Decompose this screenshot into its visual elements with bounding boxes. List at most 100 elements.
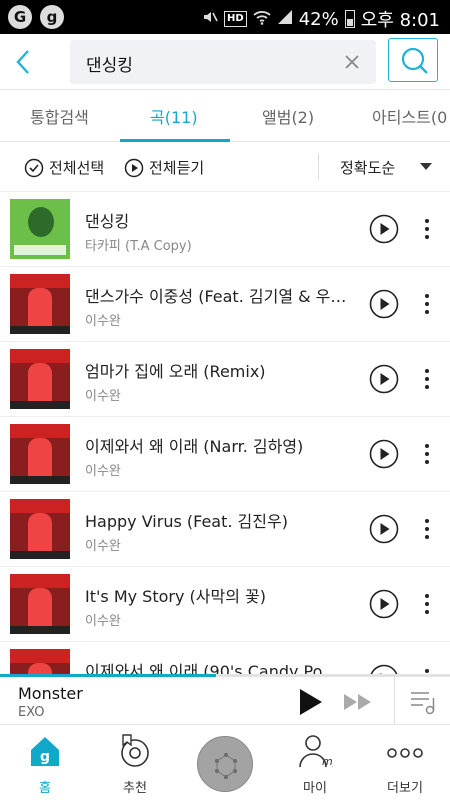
nav-my[interactable]: my 마이 xyxy=(270,725,360,800)
check-circle-icon xyxy=(24,158,44,177)
nav-more[interactable]: 더보기 xyxy=(360,725,450,800)
song-more-button[interactable] xyxy=(421,366,433,392)
song-row[interactable]: 이제와서 왜 이래 (Narr. 김하영) 이수완 xyxy=(0,417,450,492)
play-circle-icon xyxy=(124,158,144,177)
cover-figure xyxy=(28,438,52,478)
hexagon-dots-icon xyxy=(215,753,237,779)
song-more-button[interactable] xyxy=(421,516,433,542)
more-dots-icon xyxy=(387,748,423,758)
album-cover[interactable] xyxy=(10,499,70,559)
nav-recommend[interactable]: 추천 xyxy=(90,725,180,800)
song-artist[interactable]: 타카피 (T.A Copy) xyxy=(85,235,192,254)
song-row[interactable]: 엄마가 집에 오래 (Remix) 이수완 xyxy=(0,342,450,417)
song-artist[interactable]: 이수완 xyxy=(85,535,121,554)
playback-progress-bar[interactable] xyxy=(0,674,450,677)
signal-icon xyxy=(277,9,293,29)
song-row[interactable]: Happy Virus (Feat. 김진우) 이수완 xyxy=(0,492,450,567)
result-tabs: 통합검색 곡(11) 앨범(2) 아티스트(0 xyxy=(0,90,450,142)
search-input[interactable]: 댄싱킹 xyxy=(70,40,376,84)
cover-figure xyxy=(28,363,52,403)
nav-home[interactable]: g 홈 xyxy=(0,725,90,800)
song-row[interactable]: It's My Story (사막의 꽃) 이수완 xyxy=(0,567,450,642)
vertical-dots-icon xyxy=(425,369,429,389)
now-playing-disc-button[interactable] xyxy=(197,736,253,792)
song-row[interactable]: 이제와서 왜 이래 (90's Candy Po…이수완 xyxy=(0,642,450,674)
cover-band xyxy=(10,424,70,438)
mini-play-button[interactable] xyxy=(298,688,324,716)
tab-all[interactable]: 통합검색 xyxy=(30,104,89,128)
next-button[interactable] xyxy=(343,693,373,711)
song-title[interactable]: It's My Story (사막의 꽃) xyxy=(85,583,355,607)
tab-artists[interactable]: 아티스트(0 xyxy=(372,104,447,128)
search-icon xyxy=(401,47,428,74)
song-artist[interactable]: 이수완 xyxy=(85,460,121,479)
bottom-nav: g 홈 추천 my 마이 더보기 xyxy=(0,724,450,800)
cover-band xyxy=(10,574,70,588)
now-playing-title[interactable]: Monster xyxy=(18,684,83,703)
song-artist[interactable]: 이수완 xyxy=(85,610,121,629)
battery-percent: 42% xyxy=(298,8,339,30)
back-button[interactable] xyxy=(12,48,36,76)
song-title[interactable]: Happy Virus (Feat. 김진우) xyxy=(85,508,355,532)
sort-dropdown[interactable]: 정확도순 xyxy=(340,157,395,178)
mute-icon xyxy=(202,9,218,29)
cover-figure xyxy=(28,513,52,553)
album-cover[interactable] xyxy=(10,649,70,674)
tab-albums[interactable]: 앨범(2) xyxy=(262,104,314,128)
playback-progress-fill xyxy=(0,674,216,677)
svg-text:my: my xyxy=(322,755,333,768)
search-button[interactable] xyxy=(388,38,438,82)
playlist-button[interactable] xyxy=(408,688,438,716)
song-more-button[interactable] xyxy=(421,291,433,317)
song-title[interactable]: 이제와서 왜 이래 (Narr. 김하영) xyxy=(85,433,355,457)
song-title[interactable]: 댄싱킹 xyxy=(85,208,355,232)
song-more-button[interactable] xyxy=(421,441,433,467)
song-play-button[interactable] xyxy=(369,289,399,319)
list-toolbar: 전체선택 전체듣기 정확도순 xyxy=(0,142,450,192)
tab-songs[interactable]: 곡(11) xyxy=(150,104,198,128)
cover-strip xyxy=(10,551,70,559)
play-circle-icon xyxy=(369,514,399,544)
song-play-button[interactable] xyxy=(369,664,399,674)
play-circle-icon xyxy=(369,289,399,319)
song-row[interactable]: 댄스가수 이중성 (Feat. 김기열 & 우… 이수완 xyxy=(0,267,450,342)
status-bar: G g HD 42% 오후 8:01 xyxy=(0,0,450,34)
vertical-dots-icon xyxy=(425,519,429,539)
song-play-button[interactable] xyxy=(369,514,399,544)
song-more-button[interactable] xyxy=(421,591,433,617)
song-artist[interactable]: 이수완 xyxy=(85,310,121,329)
play-all-button[interactable]: 전체듣기 xyxy=(124,157,204,178)
clear-button[interactable] xyxy=(342,52,362,72)
album-cover[interactable] xyxy=(10,199,70,259)
status-app-badge: G xyxy=(8,5,32,29)
chevron-down-icon[interactable] xyxy=(420,163,432,170)
search-query[interactable]: 댄싱킹 xyxy=(86,51,133,76)
vertical-dots-icon xyxy=(425,594,429,614)
song-title[interactable]: 엄마가 집에 오래 (Remix) xyxy=(85,358,355,382)
fast-forward-icon xyxy=(344,694,371,710)
album-cover[interactable] xyxy=(10,574,70,634)
song-artist[interactable]: 이수완 xyxy=(85,385,121,404)
song-title[interactable]: 댄스가수 이중성 (Feat. 김기열 & 우… xyxy=(85,283,355,307)
cover-figure xyxy=(28,207,54,237)
mini-player[interactable]: Monster EXO xyxy=(0,674,450,725)
album-cover[interactable] xyxy=(10,274,70,334)
toolbar-divider xyxy=(318,154,319,180)
song-title[interactable]: 이제와서 왜 이래 (90's Candy Po… xyxy=(85,658,355,674)
song-more-button[interactable] xyxy=(421,216,433,242)
song-play-button[interactable] xyxy=(369,439,399,469)
vertical-dots-icon xyxy=(425,219,429,239)
mini-divider xyxy=(394,675,395,725)
select-all-button[interactable]: 전체선택 xyxy=(24,157,104,178)
disc-icon xyxy=(121,734,149,767)
song-more-button[interactable] xyxy=(421,666,433,674)
album-cover[interactable] xyxy=(10,424,70,484)
song-row[interactable]: 댄싱킹타카피 (T.A Copy) xyxy=(0,192,450,267)
album-cover[interactable] xyxy=(10,349,70,409)
cover-band xyxy=(10,349,70,363)
song-play-button[interactable] xyxy=(369,364,399,394)
song-play-button[interactable] xyxy=(369,589,399,619)
song-play-button[interactable] xyxy=(369,214,399,244)
now-playing-artist[interactable]: EXO xyxy=(18,705,45,720)
nav-my-label: 마이 xyxy=(303,781,327,796)
